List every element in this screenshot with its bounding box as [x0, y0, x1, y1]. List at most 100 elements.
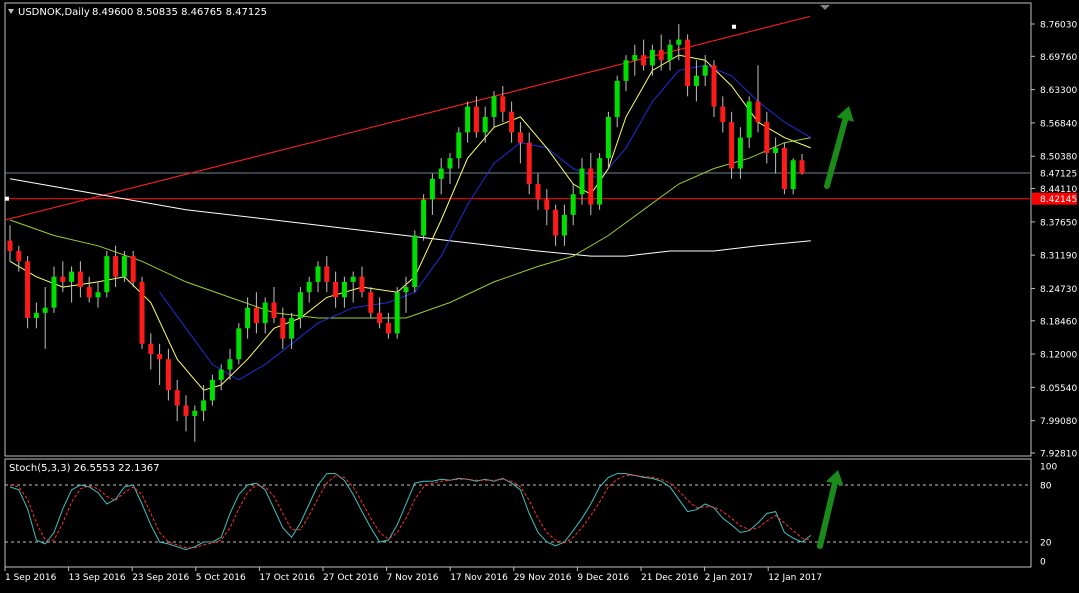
candle-bear — [377, 312, 383, 324]
time-tick-label: 23 Sep 2016 — [132, 573, 189, 583]
price-tick-label: 8.69760 — [1040, 53, 1077, 63]
time-tick-label: 29 Nov 2016 — [514, 573, 572, 583]
candle-bull — [649, 49, 655, 66]
candle-bull — [773, 147, 779, 154]
candle-bull — [104, 256, 110, 293]
stoch-tick-label: 100 — [1040, 463, 1057, 473]
candle-bear — [368, 292, 374, 313]
candle-bull — [245, 307, 251, 329]
candle-bull — [614, 80, 620, 117]
candle-bear — [658, 49, 664, 61]
candle-bear — [588, 168, 594, 205]
candle-bear — [781, 147, 787, 190]
candle-bear — [253, 307, 259, 324]
time-tick-label: 2 Jan 2017 — [705, 573, 753, 583]
candle-bull — [561, 214, 567, 236]
price-tick-label: 8.63300 — [1040, 86, 1077, 96]
candle-bear — [280, 317, 286, 339]
stoch-tick-label: 80 — [1040, 482, 1052, 492]
candle-bull — [456, 132, 462, 159]
candle-bull — [350, 276, 356, 282]
candle-bull — [201, 400, 207, 411]
candle-bear — [148, 343, 154, 355]
candle-bull — [394, 292, 400, 334]
price-tick-label: 8.18460 — [1040, 317, 1077, 327]
candle-bull — [218, 369, 224, 380]
candle-bear — [86, 287, 92, 298]
candle-bull — [69, 271, 75, 282]
candle-bear — [16, 250, 22, 262]
candle-bull — [746, 101, 752, 138]
candle-bull — [597, 158, 603, 205]
candle-bull — [236, 328, 242, 360]
candle-bull — [227, 359, 233, 370]
candle-bear — [535, 183, 541, 200]
price-tick-label: 8.37650 — [1040, 218, 1077, 228]
candle-bull — [421, 199, 427, 236]
candle-bull — [341, 281, 347, 298]
candle-bull — [790, 160, 796, 190]
candle-bear — [165, 359, 171, 391]
candle-bull — [632, 55, 638, 61]
candle-bull — [262, 302, 268, 324]
trendline-handle — [732, 24, 736, 29]
candle-bear — [183, 405, 189, 416]
candle-bull — [297, 292, 303, 318]
candle-bear — [553, 209, 559, 236]
candle-bear — [799, 160, 805, 174]
candle-bear — [729, 122, 735, 169]
candle-bear — [77, 271, 83, 288]
candle-bull — [438, 168, 444, 179]
candle-bull — [605, 116, 611, 159]
candle-bull — [676, 39, 682, 45]
candle-bear — [755, 101, 761, 123]
candle-bear — [60, 276, 66, 282]
candle-bull — [447, 158, 453, 169]
ohlc-values: 8.49600 8.50835 8.46765 8.47125 — [92, 7, 267, 18]
candle-bull — [737, 137, 743, 169]
candle-bull — [403, 287, 409, 293]
price-chart: 8.760308.697608.633008.568408.503808.441… — [0, 0, 1079, 589]
candle-bull — [693, 75, 699, 87]
candle-bear — [130, 256, 136, 282]
candle-bull — [465, 106, 471, 133]
candle-bear — [139, 281, 145, 344]
candle-bear — [174, 390, 180, 406]
support-price-label: 8.42145 — [1040, 195, 1077, 205]
candle-bear — [509, 111, 515, 133]
candle-bear — [385, 323, 391, 334]
stoch-tick-label: 0 — [1040, 558, 1046, 568]
candle-bear — [157, 354, 163, 360]
stoch-label: Stoch(5,3,3) 26.5553 22.1367 — [9, 463, 160, 474]
chart-window: 8.76030 8.69760 8.63300 8.56840 8.50380 8.441… — [0, 0, 1079, 589]
time-tick-label: 17 Nov 2016 — [450, 573, 508, 583]
price-tick-label: 8.05540 — [1040, 384, 1077, 394]
time-tick-label: 1 Sep 2016 — [5, 573, 57, 583]
candle-bull — [306, 281, 312, 293]
symbol-label: USDNOK,Daily — [18, 7, 90, 18]
candle-bull — [429, 178, 435, 200]
price-tick-label: 8.24730 — [1040, 285, 1077, 295]
candle-bear — [685, 39, 691, 87]
candle-bull — [51, 276, 57, 308]
candle-bull — [315, 266, 321, 282]
time-tick-label: 7 Nov 2016 — [387, 573, 439, 583]
candle-bull — [33, 312, 39, 318]
candle-bull — [121, 256, 127, 277]
candle-bear — [517, 132, 523, 143]
candle-bull — [192, 410, 198, 416]
price-tick-label: 7.92810 — [1040, 450, 1077, 460]
time-tick-label: 5 Oct 2016 — [196, 573, 246, 583]
price-tick-label: 8.12000 — [1040, 351, 1077, 361]
time-tick-label: 9 Dec 2016 — [577, 573, 629, 583]
price-tick-label: 8.31190 — [1040, 252, 1077, 262]
candle-bull — [482, 116, 488, 133]
candle-bull — [289, 317, 295, 339]
candle-bear — [271, 302, 277, 318]
time-tick-label: 21 Dec 2016 — [641, 573, 699, 583]
candle-bear — [500, 96, 506, 112]
candle-bull — [667, 44, 673, 61]
time-tick-label: 17 Oct 2016 — [259, 573, 315, 583]
candle-bear — [473, 106, 479, 133]
time-tick-label: 27 Oct 2016 — [323, 573, 379, 583]
